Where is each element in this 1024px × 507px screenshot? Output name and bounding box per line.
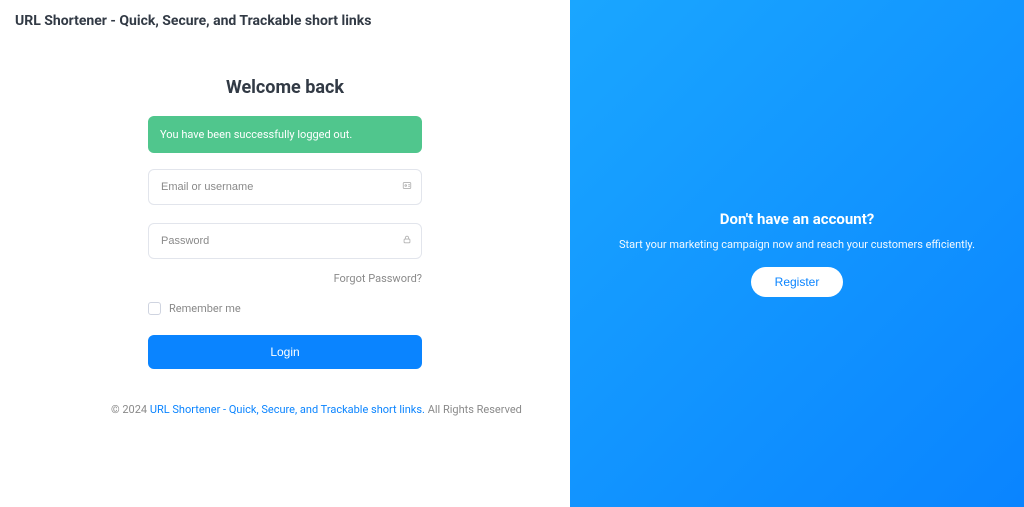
- login-form: Welcome back You have been successfully …: [148, 77, 422, 369]
- footer-prefix: © 2024: [111, 403, 150, 416]
- email-field[interactable]: [148, 169, 422, 205]
- alert-success: You have been successfully logged out.: [148, 116, 422, 153]
- login-button[interactable]: Login: [148, 335, 422, 369]
- right-text: Start your marketing campaign now and re…: [619, 238, 975, 251]
- remember-label: Remember me: [169, 302, 241, 315]
- footer: © 2024 URL Shortener - Quick, Secure, an…: [15, 403, 555, 416]
- password-field-wrap: [148, 223, 422, 259]
- right-panel: Don't have an account? Start your market…: [570, 0, 1024, 507]
- forgot-password-link[interactable]: Forgot Password?: [334, 272, 422, 285]
- left-panel: URL Shortener - Quick, Secure, and Track…: [0, 0, 570, 507]
- forgot-row: Forgot Password?: [148, 267, 422, 286]
- remember-row[interactable]: Remember me: [148, 302, 422, 315]
- remember-checkbox[interactable]: [148, 302, 161, 315]
- right-heading: Don't have an account?: [720, 210, 874, 228]
- footer-suffix: All Rights Reserved: [425, 403, 522, 416]
- page-title: Welcome back: [148, 77, 422, 98]
- password-field[interactable]: [148, 223, 422, 259]
- register-button[interactable]: Register: [751, 267, 844, 297]
- brand-title: URL Shortener - Quick, Secure, and Track…: [15, 10, 555, 49]
- footer-link[interactable]: URL Shortener - Quick, Secure, and Track…: [150, 403, 425, 416]
- email-field-wrap: [148, 169, 422, 205]
